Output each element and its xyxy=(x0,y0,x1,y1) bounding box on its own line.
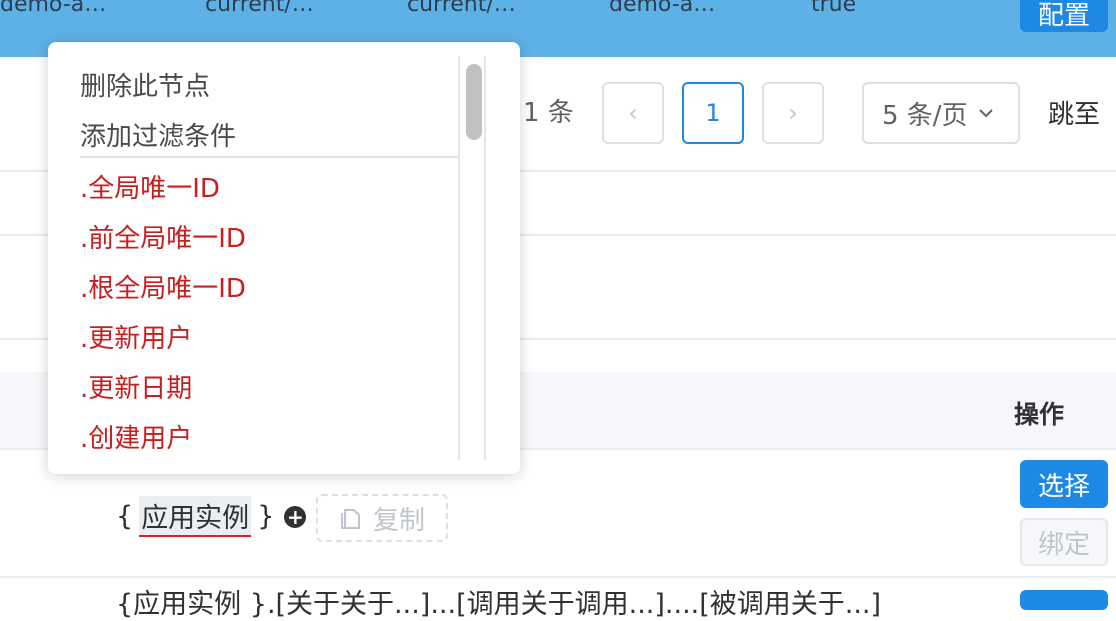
menu-item-add-filter[interactable]: 添加过滤条件 xyxy=(80,116,236,153)
menu-item-field[interactable]: .前全局唯一ID xyxy=(80,218,246,255)
select-button-next-row[interactable] xyxy=(1020,590,1108,610)
config-button[interactable]: 配置 xyxy=(1020,0,1108,32)
brace-open: { xyxy=(116,501,134,532)
copy-button[interactable]: 复制 xyxy=(316,494,448,542)
chevron-right-icon: › xyxy=(788,99,798,127)
cell-name: demo-a… xyxy=(0,0,107,17)
menu-item-field[interactable]: .创建用户 xyxy=(80,418,192,455)
divider xyxy=(0,576,1116,578)
page-1-button[interactable]: 1 xyxy=(682,82,744,144)
expression: { 应用实例 } + xyxy=(116,496,307,537)
prev-page-button[interactable]: ‹ xyxy=(602,82,664,144)
cell-name-2: demo-a… xyxy=(609,0,716,17)
plus-circle-icon[interactable]: + xyxy=(284,505,307,529)
chevron-down-icon xyxy=(978,109,993,118)
menu-scrollbar-thumb[interactable] xyxy=(466,64,482,140)
pagination-total: 1 条 xyxy=(523,98,574,128)
jump-label: 跳至 xyxy=(1048,100,1101,130)
copy-label: 复制 xyxy=(372,505,425,536)
next-page-button[interactable]: › xyxy=(762,82,824,144)
bind-button[interactable]: 绑定 xyxy=(1020,518,1108,566)
cell-path-2: current/… xyxy=(407,0,516,17)
menu-item-field[interactable]: .根全局唯一ID xyxy=(80,268,246,305)
brace-close: } xyxy=(257,501,275,532)
next-row-expression: {应用实例 }.[关于关于...]...[调用关于调用...]....[被调用关… xyxy=(116,589,882,620)
cell-flag: true xyxy=(811,0,857,17)
menu-item-field[interactable]: .更新用户 xyxy=(80,318,192,355)
page-size-select[interactable]: 5 条/页 xyxy=(862,82,1020,144)
cell-path: current/… xyxy=(205,0,314,17)
ops-column-header: 操作 xyxy=(1014,400,1065,429)
menu-item-delete-node[interactable]: 删除此节点 xyxy=(80,66,210,103)
chevron-left-icon: ‹ xyxy=(628,99,638,127)
context-menu: 删除此节点 添加过滤条件 .全局唯一ID .前全局唯一ID .根全局唯一ID .… xyxy=(48,42,520,474)
page-size-value: 5 条/页 xyxy=(882,100,968,131)
menu-divider xyxy=(80,156,458,158)
instance-token[interactable]: 应用实例 xyxy=(139,496,252,537)
select-button[interactable]: 选择 xyxy=(1020,460,1108,508)
menu-item-field[interactable]: .更新日期 xyxy=(80,368,192,405)
menu-item-field[interactable]: .全局唯一ID xyxy=(80,168,220,205)
copy-icon xyxy=(340,509,360,529)
